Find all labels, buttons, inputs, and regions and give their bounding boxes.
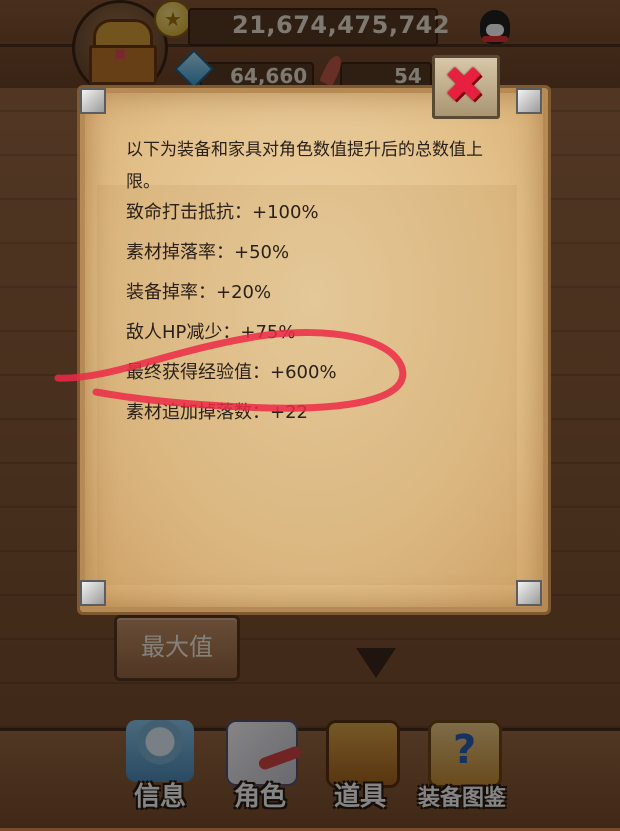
- stat-line: 素材掉落率：+50%: [126, 242, 290, 263]
- stat-line: 敌人HP减少：+75%: [126, 322, 296, 343]
- close-x-icon: ✖: [443, 56, 485, 114]
- dialog-corner-bracket: [516, 88, 542, 114]
- stat-line: 素材追加掉落数：+22: [126, 402, 308, 423]
- dialog-corner-bracket: [80, 88, 106, 114]
- stat-line: 最终获得经验值：+600%: [126, 362, 337, 383]
- dialog-corner-bracket: [516, 580, 542, 606]
- dialog-intro-text: 以下为装备和家具对角色数值提升后的总数值上限。: [126, 140, 483, 192]
- dialog-corner-bracket: [80, 580, 106, 606]
- stat-line: 装备掉率：+20%: [126, 282, 272, 303]
- stat-line: 致命打击抵抗：+100%: [126, 202, 319, 223]
- close-button[interactable]: ✖: [432, 55, 500, 119]
